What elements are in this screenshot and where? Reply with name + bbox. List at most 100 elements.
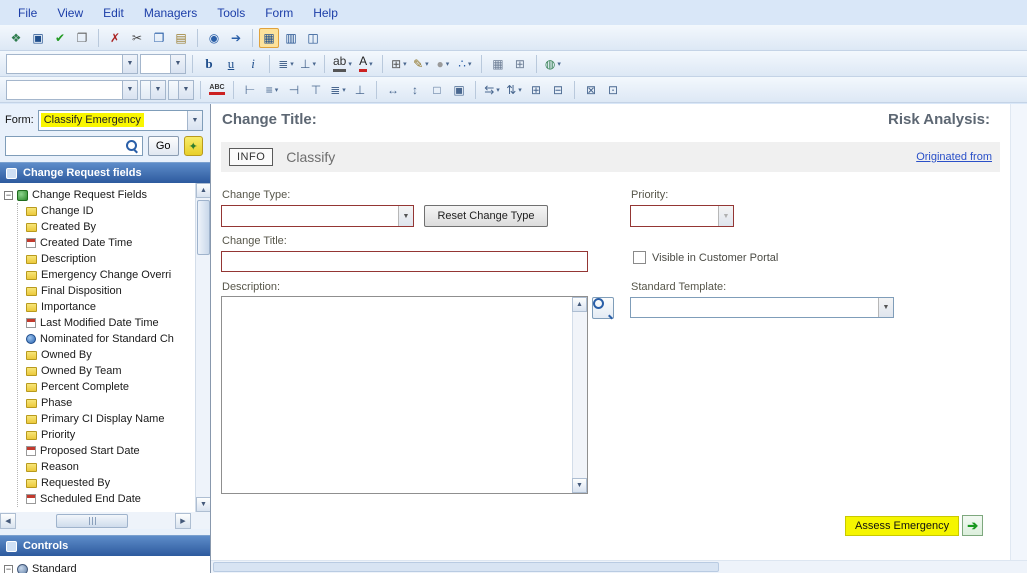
underline-button[interactable]: u [221, 54, 241, 74]
field-description[interactable]: Description [26, 251, 196, 267]
border-icon[interactable]: ⊞ ▾ [389, 54, 409, 74]
align-tops-icon[interactable]: ⊤ [306, 80, 326, 100]
italic-button[interactable]: i [243, 54, 263, 74]
field-nominated-for-standard-ch[interactable]: Nominated for Standard Ch [26, 331, 196, 347]
chevron-down-icon[interactable]: ▼ [398, 206, 413, 226]
bold-button[interactable]: b [199, 54, 219, 74]
collapse-icon[interactable]: − [4, 564, 13, 573]
font-color-icon[interactable]: A ▾ [356, 54, 376, 74]
field-created-date-time[interactable]: Created Date Time [26, 235, 196, 251]
chevron-down-icon[interactable]: ▼ [178, 80, 193, 99]
spelling-icon[interactable]: ABC [207, 80, 227, 100]
increase-hspace-icon[interactable]: ⊞ [526, 80, 546, 100]
search-input[interactable] [5, 136, 143, 156]
main-vertical-scrollbar[interactable] [1010, 104, 1027, 560]
chevron-down-icon[interactable]: ▼ [122, 54, 137, 73]
field-last-modified-date-time[interactable]: Last Modified Date Time [26, 315, 196, 331]
field-emergency-change-overri[interactable]: Emergency Change Overri [26, 267, 196, 283]
dropdown-arrow-icon[interactable]: ▾ [348, 60, 352, 68]
collapse-icon[interactable]: − [4, 190, 13, 200]
scroll-up-icon[interactable]: ▲ [196, 183, 210, 198]
snapline-dropdown[interactable]: ▼ [140, 79, 166, 100]
align-bottoms-icon[interactable]: ⊥ [350, 80, 370, 100]
chevron-down-icon[interactable]: ▼ [878, 298, 893, 317]
field-percent-complete[interactable]: Percent Complete [26, 379, 196, 395]
tree-vertical-scrollbar[interactable]: ▲ ▼ [195, 183, 210, 512]
dropdown-arrow-icon[interactable]: ▾ [496, 86, 500, 94]
field-requested-by[interactable]: Requested By [26, 475, 196, 491]
dock-icon[interactable]: ⊥ ▾ [298, 54, 318, 74]
tree-horizontal-scrollbar[interactable]: ◀ ▶ [0, 512, 210, 529]
size-to-grid-icon[interactable]: ▣ [449, 80, 469, 100]
scroll-down-icon[interactable]: ▼ [572, 478, 587, 493]
chevron-down-icon[interactable]: ▼ [170, 54, 185, 73]
menu-view[interactable]: View [47, 2, 93, 24]
field-primary-ci-display-name[interactable]: Primary CI Display Name [26, 411, 196, 427]
menu-help[interactable]: Help [303, 2, 348, 24]
chart-icon[interactable]: ∴ ▾ [455, 54, 475, 74]
horizontal-scroll-track[interactable] [16, 513, 175, 529]
field-final-disposition[interactable]: Final Disposition [26, 283, 196, 299]
horizontal-scroll-thumb[interactable] [56, 513, 128, 528]
insert-grid-icon[interactable]: ⊞ [510, 54, 530, 74]
chevron-down-icon[interactable]: ▼ [187, 110, 202, 130]
main-hscroll-thumb[interactable] [213, 562, 719, 572]
description-editor-button[interactable] [592, 297, 614, 319]
align-rights-icon[interactable]: ⊣ [284, 80, 304, 100]
split-view-icon[interactable]: ◫ [303, 28, 323, 48]
menu-managers[interactable]: Managers [134, 2, 207, 24]
field-created-by[interactable]: Created By [26, 219, 196, 235]
scroll-right-icon[interactable]: ▶ [175, 512, 191, 529]
copy-icon[interactable]: ❐ [149, 28, 169, 48]
field-importance[interactable]: Importance [26, 299, 196, 315]
decrease-hspace-icon[interactable]: ⊟ [548, 80, 568, 100]
zoom-dropdown[interactable]: ▼ [168, 79, 194, 100]
field-proposed-start-date[interactable]: Proposed Start Date [26, 443, 196, 459]
fields-panel-header[interactable]: Change Request fields [0, 162, 210, 183]
space-across-icon[interactable]: ⇆ ▾ [482, 80, 502, 100]
dropdown-arrow-icon[interactable]: ▾ [518, 86, 522, 94]
pen-icon[interactable]: ✎ ▾ [411, 54, 431, 74]
controls-panel-header[interactable]: Controls [0, 535, 210, 556]
scroll-down-icon[interactable]: ▼ [196, 497, 210, 512]
standard-template-select[interactable]: ▼ [630, 297, 894, 318]
menu-tools[interactable]: Tools [207, 2, 255, 24]
send-back-icon[interactable]: ⊡ [603, 80, 623, 100]
share-icon[interactable]: ➔ [226, 28, 246, 48]
preview-icon[interactable]: ❐ [72, 28, 92, 48]
visible-portal-checkbox[interactable] [633, 251, 646, 264]
table-icon[interactable]: ▥ [281, 28, 301, 48]
field-owned-by[interactable]: Owned By [26, 347, 196, 363]
priority-select[interactable]: ▼ [630, 205, 734, 227]
fill-direction-icon[interactable]: ≣ ▾ [276, 54, 296, 74]
green-arrow-icon[interactable]: ➔ [962, 515, 984, 536]
font-size-combo[interactable]: ▼ [140, 53, 186, 74]
dropdown-arrow-icon[interactable]: ▾ [425, 60, 429, 68]
style-combo[interactable]: ▼ [6, 79, 138, 100]
tree-root-row[interactable]: − Change Request Fields [4, 187, 196, 203]
dropdown-arrow-icon[interactable]: ▾ [312, 60, 316, 68]
same-height-icon[interactable]: ↕ [405, 80, 425, 100]
publish-icon[interactable]: ◉ [204, 28, 224, 48]
chevron-down-icon[interactable]: ▼ [150, 80, 165, 99]
dropdown-arrow-icon[interactable]: ▾ [290, 60, 294, 68]
menu-edit[interactable]: Edit [93, 2, 134, 24]
main-horizontal-scrollbar[interactable] [211, 560, 1027, 573]
insert-table-icon[interactable]: ▦ [488, 54, 508, 74]
validate-icon[interactable]: ✔ [50, 28, 70, 48]
menu-file[interactable]: File [8, 2, 47, 24]
change-type-select[interactable]: ▼ [221, 205, 414, 227]
description-textarea[interactable]: ▲ ▼ [221, 296, 588, 494]
field-scheduled-end-date[interactable]: Scheduled End Date [26, 491, 196, 507]
field-change-id[interactable]: Change ID [26, 203, 196, 219]
fill-color-icon[interactable]: ● ▾ [433, 54, 453, 74]
open-form-icon[interactable]: ❖ [6, 28, 26, 48]
space-down-icon[interactable]: ⇅ ▾ [504, 80, 524, 100]
controls-item-standard[interactable]: − Standard [4, 561, 210, 573]
layout-grid-icon[interactable]: ▦ [259, 27, 279, 48]
align-lefts-icon[interactable]: ⊢ [240, 80, 260, 100]
field-reason[interactable]: Reason [26, 459, 196, 475]
dropdown-arrow-icon[interactable]: ▾ [369, 60, 373, 68]
char-style-icon[interactable]: ab ▾ [331, 54, 354, 74]
paste-icon[interactable]: ▤ [171, 28, 191, 48]
